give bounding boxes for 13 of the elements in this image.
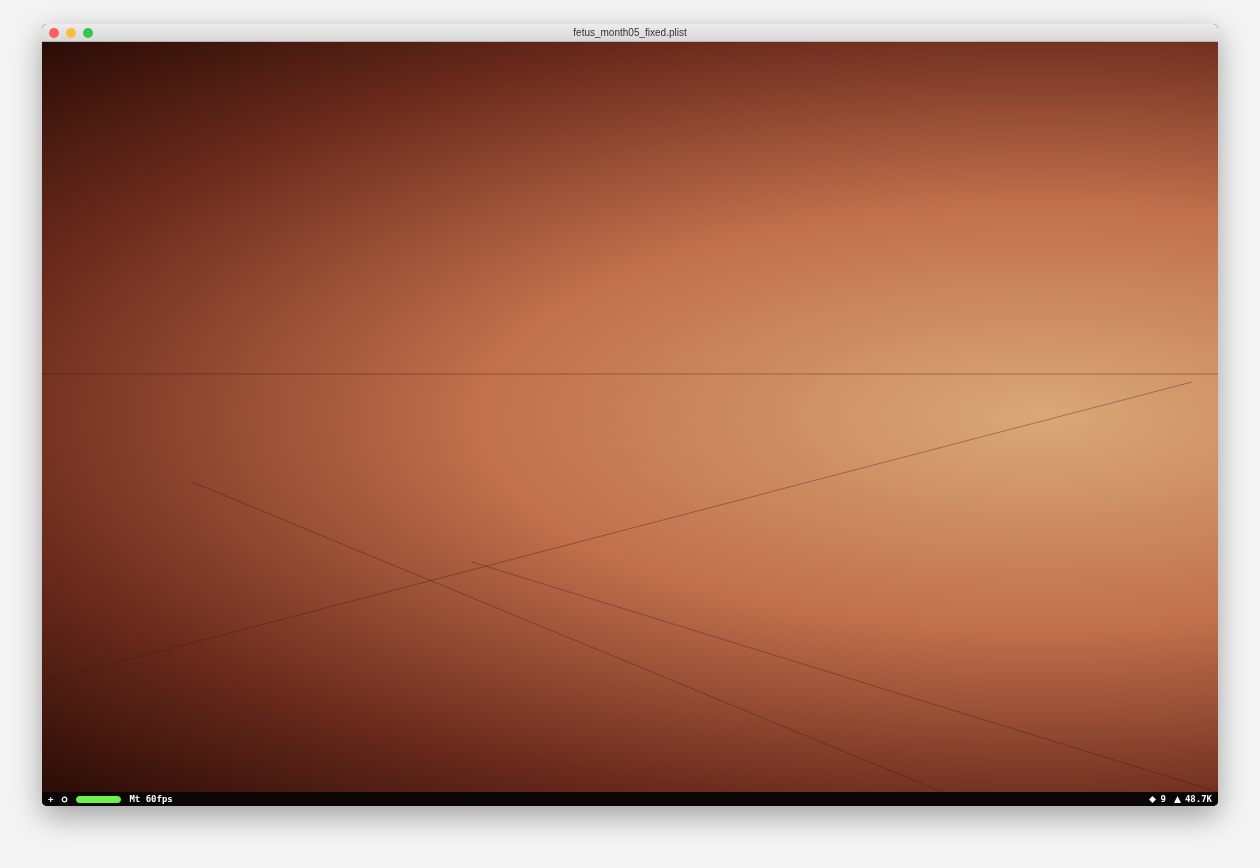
diamond-icon (1149, 795, 1157, 803)
3d-render-viewport[interactable] (42, 42, 1218, 792)
node-count: 9 (1160, 794, 1166, 804)
frame-meter (76, 795, 122, 803)
minimize-button[interactable] (66, 27, 76, 38)
zoom-button[interactable] (83, 27, 93, 38)
add-button[interactable]: + (48, 794, 54, 804)
frame-rate: Mt 60fps (129, 794, 173, 804)
triangle-icon (1173, 795, 1181, 803)
settings-icon[interactable] (61, 795, 69, 803)
window-title: fetus_month05_fixed.plist (573, 27, 687, 38)
close-button[interactable] (49, 27, 59, 38)
polygon-count: 48.7K (1184, 794, 1212, 804)
